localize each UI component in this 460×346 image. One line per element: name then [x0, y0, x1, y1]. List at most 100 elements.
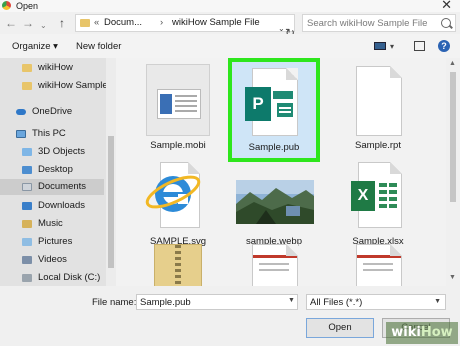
nav-item-local-disk[interactable]: Local Disk (C:): [0, 270, 104, 286]
file-list-scrollbar[interactable]: ▲ ▼: [446, 58, 460, 286]
pictures-icon: [22, 238, 32, 246]
nav-item-this-pc[interactable]: This PC: [0, 126, 104, 142]
new-folder-button[interactable]: New folder: [76, 41, 121, 52]
file-name: Sample.rpt: [355, 140, 401, 151]
breadcrumb-overflow[interactable]: «: [94, 17, 99, 29]
nav-item-label: OneDrive: [32, 106, 73, 117]
breadcrumb-separator[interactable]: ›: [160, 17, 163, 29]
nav-item-desktop[interactable]: Desktop: [0, 162, 104, 178]
search-icon: [441, 18, 451, 28]
file-item-sample-webp[interactable]: sample.webp: [232, 158, 316, 254]
documents-icon: [22, 183, 32, 191]
cloud-icon: [16, 109, 26, 115]
zip-file-icon: [154, 244, 202, 286]
nav-item-music[interactable]: Music: [0, 216, 104, 232]
view-options-dropdown[interactable]: ▾: [390, 42, 394, 51]
nav-item-label: wikiHow Sample: [38, 80, 106, 91]
folder-icon: [80, 19, 90, 27]
blank-file-icon: [356, 66, 402, 136]
videos-icon: [22, 256, 32, 264]
scroll-up-icon[interactable]: ▲: [449, 60, 456, 67]
scrollbar-thumb[interactable]: [108, 136, 114, 268]
file-name-dropdown-icon[interactable]: ▼: [288, 297, 295, 304]
nav-item-label: Music: [38, 218, 63, 229]
nav-item-onedrive[interactable]: OneDrive: [0, 104, 104, 120]
file-item-sample-pub[interactable]: P Sample.pub: [228, 58, 320, 162]
nav-item-pictures[interactable]: Pictures: [0, 234, 104, 250]
file-type-value: All Files (*.*): [310, 297, 363, 308]
address-row: ← → ⌄ ↑ « Docum... › wikiHow Sample File…: [0, 12, 460, 40]
file-item-sample-mobi[interactable]: Sample.mobi: [136, 62, 220, 158]
open-button[interactable]: Open: [306, 318, 374, 338]
file-name: Sample.pub: [248, 142, 300, 153]
internet-explorer-icon: [142, 164, 204, 220]
computer-icon: [16, 130, 26, 138]
help-icon[interactable]: ?: [438, 40, 450, 52]
publisher-icon: P: [245, 68, 298, 136]
nav-item-label: 3D Objects: [38, 146, 85, 157]
watermark-suffix: How: [420, 325, 453, 340]
excel-letter: X: [351, 181, 375, 211]
toolbar: Organize ▾ New folder ▾ ?: [0, 34, 460, 58]
watermark-prefix: wiki: [391, 325, 421, 340]
nav-item-label: Videos: [38, 254, 67, 265]
file-name-label: File name:: [92, 297, 137, 308]
file-type-filter[interactable]: All Files (*.*) ▼: [306, 294, 446, 310]
music-icon: [22, 220, 32, 228]
document-file-icon: [356, 244, 402, 286]
title-bar: Open ✕: [0, 0, 460, 12]
close-button[interactable]: ✕: [441, 0, 452, 11]
change-view-icon[interactable]: [374, 42, 386, 50]
nav-item-wikihow[interactable]: wikiHow: [0, 60, 104, 76]
excel-icon: X: [351, 162, 402, 228]
breadcrumb-documents[interactable]: Docum...: [104, 17, 142, 29]
file-name-input[interactable]: [136, 294, 298, 310]
address-bar[interactable]: « Docum... › wikiHow Sample File: [75, 14, 295, 32]
preview-pane-icon[interactable]: [414, 41, 425, 51]
downloads-icon: [22, 202, 32, 210]
file-item-document-2[interactable]: [336, 244, 420, 286]
back-button[interactable]: ←: [5, 15, 17, 31]
file-list: Sample.mobi P Sample.pub Sample.rpt SAMP…: [116, 58, 446, 286]
chrome-icon: [2, 1, 11, 10]
nav-item-documents[interactable]: Documents: [0, 179, 104, 195]
nav-item-downloads[interactable]: Downloads: [0, 198, 104, 214]
file-name: Sample.mobi: [150, 140, 206, 151]
nav-item-label: This PC: [32, 128, 66, 139]
folder-icon: [22, 64, 32, 72]
nav-item-videos[interactable]: Videos: [0, 252, 104, 268]
scrollbar-thumb[interactable]: [450, 72, 456, 202]
address-dropdown-icon[interactable]: ⌄: [278, 24, 285, 33]
nav-item-label: Desktop: [38, 164, 73, 175]
up-button[interactable]: ↑: [59, 15, 65, 31]
document-file-icon: [252, 244, 298, 286]
nav-item-wikihow-sample[interactable]: wikiHow Sample: [0, 78, 106, 94]
nav-item-label: Pictures: [38, 236, 73, 247]
breadcrumb-current-folder[interactable]: wikiHow Sample File: [172, 17, 260, 29]
file-item-document[interactable]: [232, 244, 316, 286]
nav-item-label: wikiHow: [38, 62, 73, 73]
forward-button[interactable]: →: [22, 15, 34, 31]
chevron-down-icon: ▼: [434, 298, 441, 305]
disk-icon: [22, 274, 32, 282]
folder-icon: [22, 82, 32, 90]
nav-item-label: Local Disk (C:): [38, 272, 101, 283]
nav-item-label: Documents: [38, 181, 87, 192]
nav-item-3d-objects[interactable]: 3D Objects: [0, 144, 104, 160]
landscape-thumbnail: [236, 180, 314, 224]
search-placeholder: Search wikiHow Sample File: [307, 18, 428, 29]
file-item-sample-rpt[interactable]: Sample.rpt: [336, 62, 420, 158]
file-item-zip[interactable]: [136, 244, 220, 286]
file-item-sample-svg[interactable]: SAMPLE.svg: [136, 158, 220, 254]
mobi-file-icon: [146, 64, 210, 136]
navigation-scrollbar[interactable]: [106, 58, 116, 286]
desktop-icon: [22, 166, 32, 174]
publisher-letter: P: [245, 87, 271, 121]
nav-item-label: Downloads: [38, 200, 85, 211]
search-input[interactable]: Search wikiHow Sample File: [302, 14, 456, 32]
scroll-down-icon[interactable]: ▼: [449, 274, 456, 281]
recent-locations-button[interactable]: ⌄: [40, 18, 47, 34]
navigation-pane: wikiHow wikiHow Sample OneDrive This PC …: [0, 58, 106, 286]
file-item-sample-xlsx[interactable]: X Sample.xlsx: [336, 158, 420, 254]
organize-button[interactable]: Organize ▾: [12, 41, 58, 52]
